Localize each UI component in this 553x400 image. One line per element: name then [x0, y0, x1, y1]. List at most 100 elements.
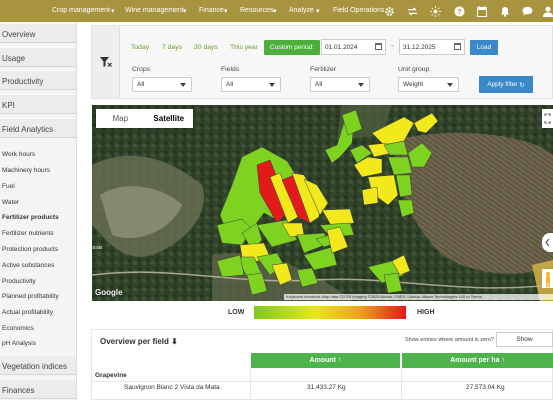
show-zero-label: Show entries where amount is zero? — [405, 337, 494, 343]
sidebar-item-vegetation-indices[interactable]: Vegetation indices — [0, 355, 76, 375]
satellite-imagery — [92, 105, 553, 301]
table-group-row — [92, 369, 553, 382]
nav-analyze-caret: ▾ — [316, 8, 320, 15]
top-navigation-bar: Crop management ▾ Wine management ▾ Financ… — [0, 0, 553, 22]
nav-field-operations[interactable]: Field Operations — [333, 7, 384, 14]
street-view-pegman[interactable] — [542, 269, 553, 288]
pegman-icon — [546, 272, 550, 287]
zoom-control-button[interactable] — [542, 233, 553, 252]
satellite-map[interactable] — [92, 105, 553, 301]
legend-low-label: LOW — [228, 309, 245, 316]
period-this-year-link[interactable]: This year — [230, 44, 258, 51]
unit-group-select-value: Weight — [403, 81, 424, 88]
nav-analyze[interactable]: Analyze — [289, 7, 314, 14]
map-tab-satellite[interactable]: Satellite — [145, 109, 194, 128]
sidebar-item-usage[interactable]: Usage — [0, 47, 76, 67]
column-header-amount[interactable]: Amount ↑ — [251, 353, 400, 368]
nav-finance[interactable]: Finance — [199, 7, 224, 14]
period-30-days-link[interactable]: 30 days — [194, 44, 218, 51]
nav-finance-caret: ▾ — [224, 8, 228, 15]
apply-filter-label: Apply filter — [487, 81, 518, 88]
crops-label: Crops — [132, 66, 151, 73]
sidebar-subitem-protection-products[interactable]: Protection products — [2, 246, 58, 253]
sidebar-subitem-machinery-hours[interactable]: Machinery hours — [2, 167, 50, 174]
sidebar-subitem-water[interactable]: Water — [2, 199, 19, 206]
svg-text:?: ? — [457, 6, 462, 15]
date-range-separator: - — [391, 43, 394, 50]
sidebar-subitem-productivity[interactable]: Productivity — [2, 278, 36, 285]
sidebar-item-finances[interactable]: Finances — [0, 379, 76, 399]
fields-select[interactable]: All — [221, 77, 281, 92]
overview-title: Overview per field ⬇ — [100, 337, 178, 346]
fields-label: Fields — [221, 66, 240, 73]
chevron-down-icon — [447, 83, 453, 87]
map-place-label: ESB — [93, 245, 103, 250]
fertilizer-label: Fertilizer — [310, 66, 337, 73]
unit-group-select[interactable]: Weight — [398, 77, 459, 92]
fertilizer-select-value: All — [315, 81, 323, 88]
load-button[interactable]: Load — [470, 40, 498, 55]
nav-crop-management-caret: ▾ — [111, 8, 115, 15]
sidebar-item-productivity[interactable]: Productivity — [0, 70, 76, 90]
nav-wine-management-caret: ▾ — [183, 8, 187, 15]
clear-filter-button[interactable] — [92, 26, 120, 98]
map-type-toggle: Map Satellite — [96, 109, 193, 128]
chevron-down-icon — [180, 83, 186, 87]
sort-arrow-down-icon: ⬇ — [171, 337, 178, 346]
gear-icon[interactable] — [382, 4, 396, 18]
apply-filter-button[interactable]: Apply filter ↻ — [479, 76, 533, 93]
crops-select-value: All — [137, 81, 145, 88]
legend-color-scale — [254, 306, 406, 319]
refresh-icon: ↻ — [519, 81, 525, 89]
transfer-icon[interactable] — [405, 4, 419, 18]
chevron-down-icon — [269, 83, 275, 87]
map-attribution[interactable]: Keyboard shortcuts Map data ©2025 Imager… — [284, 294, 553, 300]
sidebar: Overview Usage Productivity KPI Field An… — [0, 22, 77, 400]
zoom-arrow-icon — [545, 238, 550, 247]
crops-select[interactable]: All — [132, 77, 192, 92]
fields-select-value: All — [226, 81, 234, 88]
sidebar-subitem-work-hours[interactable]: Work hours — [2, 151, 35, 158]
chat-icon[interactable] — [520, 4, 534, 18]
show-zero-select[interactable]: Show — [496, 332, 553, 347]
fullscreen-icon — [544, 113, 551, 124]
sidebar-subitem-fertilizer-nutrients[interactable]: Fertilizer nutrients — [2, 230, 54, 237]
sidebar-item-field-analytics[interactable]: Field Analytics — [0, 118, 76, 138]
nav-wine-management[interactable]: Wine management — [125, 7, 184, 14]
sidebar-item-overview[interactable]: Overview — [0, 23, 76, 43]
help-icon[interactable]: ? — [452, 4, 466, 18]
calendar-icon[interactable] — [454, 43, 461, 50]
nav-resources[interactable]: Resources — [240, 7, 273, 14]
table-cell-amount-per-ha: 27,573.04 Kg — [466, 384, 505, 391]
column-header-amount-per-ha[interactable]: Amount per ha ↑ — [402, 353, 553, 368]
map-tab-map[interactable]: Map — [96, 109, 145, 128]
fullscreen-button[interactable] — [542, 109, 553, 128]
sidebar-item-kpi[interactable]: KPI — [0, 94, 76, 114]
user-icon[interactable] — [541, 4, 553, 18]
table-group-label: Grapevine — [95, 372, 127, 379]
sidebar-subitem-active-substances[interactable]: Active substances — [2, 262, 54, 269]
period-today-link[interactable]: Today — [131, 44, 149, 51]
overview-title-text: Overview per field — [100, 337, 169, 346]
sidebar-subitem-fertilizer-products[interactable]: Fertilizer products — [2, 214, 59, 221]
table-cell-field: Sauvignon Blanc 2 Vista da Mata — [124, 384, 220, 391]
sun-icon[interactable] — [428, 4, 442, 18]
sidebar-subitem-planned-profitability[interactable]: Planned profitability — [2, 293, 59, 300]
sidebar-subitem-economics[interactable]: Economics — [2, 325, 34, 332]
sidebar-subitem-fuel[interactable]: Fuel — [2, 183, 15, 190]
nav-crop-management[interactable]: Crop management — [52, 7, 110, 14]
sidebar-subitem-actual-profitability[interactable]: Actual profitability — [2, 309, 53, 316]
bell-icon[interactable] — [498, 4, 512, 18]
calendar-icon[interactable] — [475, 4, 489, 18]
custom-period-button[interactable]: Custom period: — [264, 40, 320, 55]
sidebar-subitem-ph-analysis[interactable]: pH Analysis — [2, 340, 36, 347]
table-column-divider — [250, 369, 251, 400]
chevron-down-icon — [358, 83, 364, 87]
unit-group-label: Unit group — [398, 66, 430, 73]
period-7-days-link[interactable]: 7 days — [162, 44, 182, 51]
fertilizer-select[interactable]: All — [310, 77, 370, 92]
calendar-icon[interactable] — [375, 43, 382, 50]
table-cell-amount: 31,433.27 Kg — [307, 384, 346, 391]
google-logo: Google — [95, 288, 123, 297]
legend-high-label: HIGH — [417, 309, 435, 316]
